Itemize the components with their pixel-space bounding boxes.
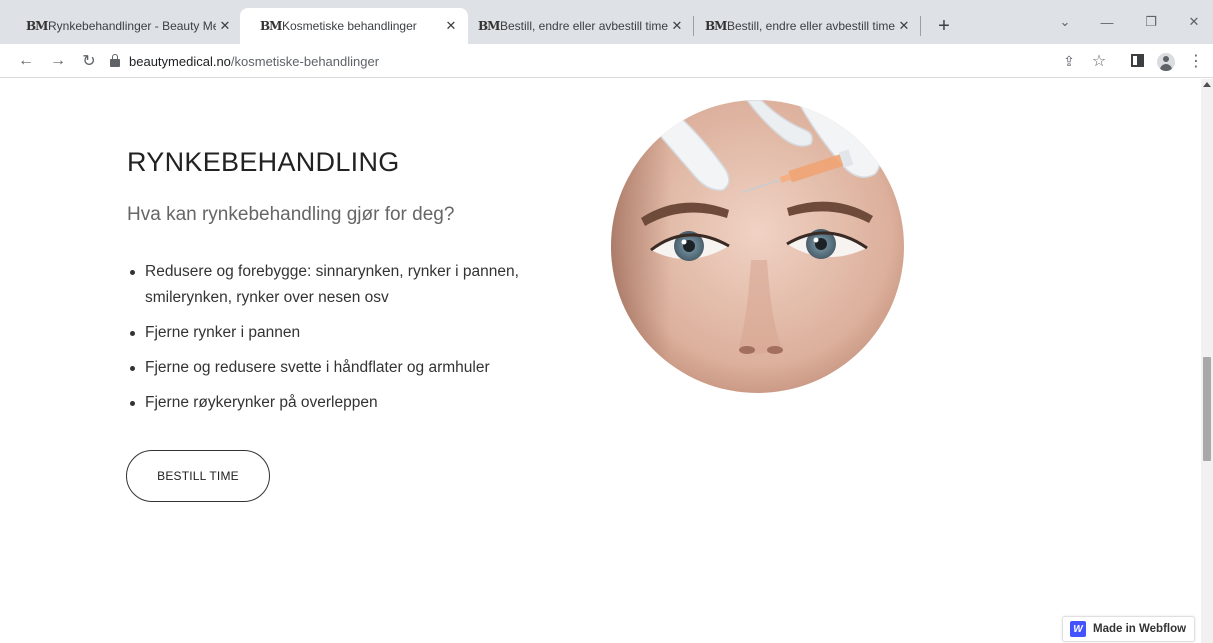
- tab-kosmetiske-behandlinger[interactable]: BM Kosmetiske behandlinger ✕: [240, 8, 468, 44]
- url-path: /kosmetiske-behandlinger: [230, 53, 380, 69]
- restore-button[interactable]: ❐: [1131, 10, 1171, 34]
- close-icon[interactable]: ✕: [216, 17, 234, 35]
- page-scrollbar[interactable]: [1201, 79, 1213, 643]
- beauty-medical-favicon-icon: BM: [26, 19, 48, 33]
- window-close-button[interactable]: ✕: [1174, 10, 1213, 34]
- tab-title: Kosmetiske behandlinger: [282, 19, 417, 33]
- minimize-button[interactable]: —: [1087, 10, 1127, 34]
- close-icon[interactable]: ✕: [895, 17, 913, 35]
- section-heading: RYNKEBEHANDLING: [127, 147, 400, 177]
- beauty-medical-favicon-icon: BM: [705, 19, 727, 33]
- scroll-up-arrow-icon[interactable]: [1203, 82, 1211, 87]
- lock-icon[interactable]: [110, 53, 120, 67]
- tab-rynkebehandlinger[interactable]: BM Rynkebehandlinger - Beauty Medical ✕: [6, 8, 242, 44]
- url-host: beautymedical.no: [129, 53, 231, 69]
- webflow-logo-icon: W: [1070, 621, 1086, 637]
- list-item: Fjerne røykerynker på overleppen: [127, 390, 567, 416]
- benefit-list: Redusere og forebygge: sinnarynken, rynk…: [127, 259, 567, 425]
- list-item: Fjerne og redusere svette i håndflater o…: [127, 355, 567, 381]
- list-item: Fjerne rynker i pannen: [127, 320, 567, 346]
- tab-separator: [920, 16, 921, 36]
- side-panel-icon[interactable]: [1131, 54, 1144, 67]
- address-bar[interactable]: beautymedical.no/kosmetiske-behandlinger: [110, 48, 1050, 74]
- tab-bestill-time-1[interactable]: BM Bestill, endre eller avbestill time -…: [458, 8, 694, 44]
- section-subheading: Hva kan rynkebehandling gjør for deg?: [127, 204, 455, 225]
- new-tab-button[interactable]: +: [930, 12, 958, 40]
- page-viewport: RYNKEBEHANDLING Hva kan rynkebehandling …: [0, 79, 1201, 643]
- beauty-medical-favicon-icon: BM: [478, 19, 500, 33]
- tab-search-chevron-down-icon[interactable]: ⌄: [1045, 10, 1085, 34]
- close-icon[interactable]: ✕: [668, 17, 686, 35]
- list-item: Redusere og forebygge: sinnarynken, rynk…: [127, 259, 567, 311]
- made-in-webflow-badge[interactable]: W Made in Webflow: [1062, 616, 1196, 642]
- beauty-medical-favicon-icon: BM: [260, 19, 282, 33]
- scroll-thumb[interactable]: [1203, 357, 1211, 461]
- share-icon[interactable]: ⇪: [1058, 50, 1080, 72]
- reload-button[interactable]: ↻: [76, 48, 102, 74]
- tab-title: Bestill, endre eller avbestill time -: [500, 19, 668, 33]
- bestill-time-button[interactable]: BESTILL TIME: [126, 450, 270, 502]
- back-button[interactable]: ←: [13, 48, 39, 74]
- tab-strip: BM Rynkebehandlinger - Beauty Medical ✕ …: [0, 0, 1213, 44]
- tab-title: Bestill, endre eller avbestill time -: [727, 19, 895, 33]
- tab-bestill-time-2[interactable]: BM Bestill, endre eller avbestill time -…: [685, 8, 921, 44]
- forward-button[interactable]: →: [45, 48, 71, 74]
- treatment-photo: [611, 100, 904, 393]
- menu-kebab-icon[interactable]: ⋮: [1185, 50, 1207, 72]
- profile-avatar[interactable]: [1157, 53, 1175, 71]
- bookmark-star-icon[interactable]: ☆: [1088, 50, 1110, 72]
- badge-label: Made in Webflow: [1093, 623, 1187, 635]
- tab-title: Rynkebehandlinger - Beauty Medical: [48, 19, 216, 33]
- browser-toolbar: ← → ↻ beautymedical.no/kosmetiske-behand…: [0, 44, 1213, 78]
